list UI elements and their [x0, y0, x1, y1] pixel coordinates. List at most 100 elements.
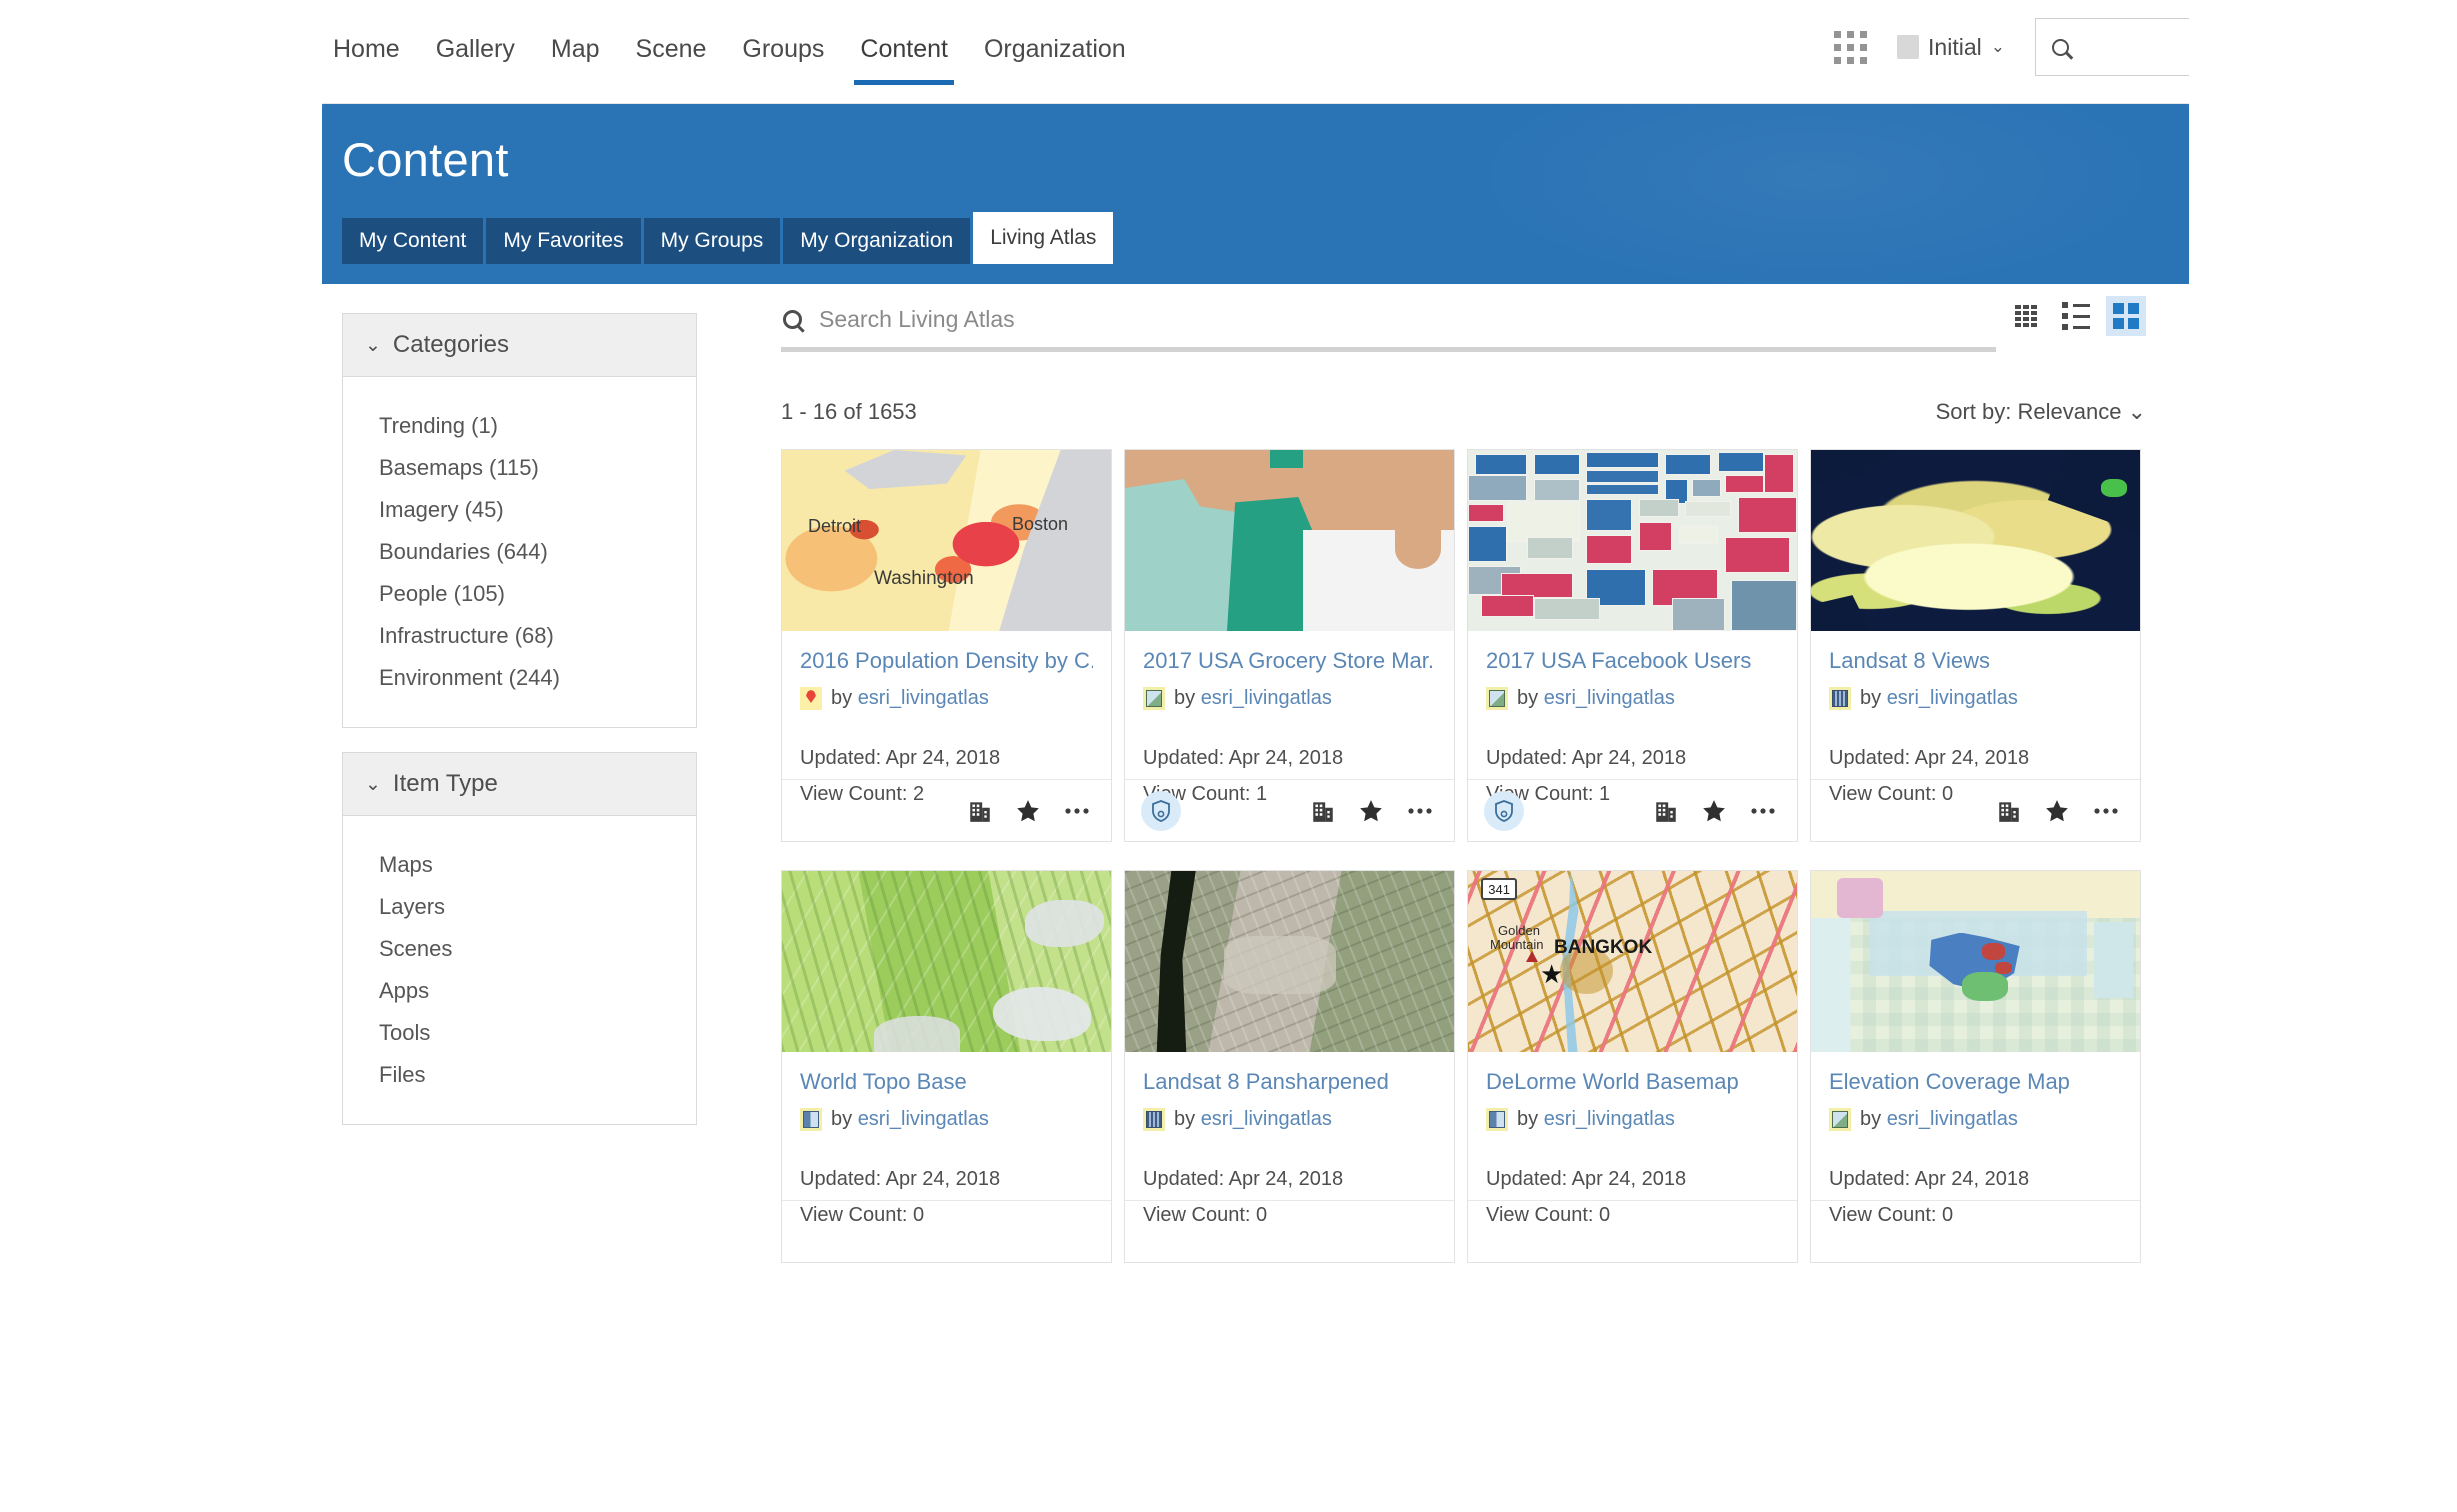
search-icon [783, 310, 802, 329]
item-card[interactable]: Detroit Boston Washington 2016 Population … [781, 449, 1112, 842]
result-count: 1 - 16 of 1653 [781, 399, 917, 424]
item-thumbnail[interactable] [782, 871, 1111, 1052]
nav-link-content[interactable]: Content [854, 32, 954, 85]
app-grid-icon[interactable] [1834, 30, 1868, 64]
tab-my-content[interactable]: My Content [342, 218, 484, 264]
item-card-footer [782, 1200, 1111, 1262]
authoritative-shield-icon[interactable] [1141, 791, 1181, 831]
item-card[interactable]: 341 Golden Mountain BANGKOK ★ DeLorme Wor… [1467, 870, 1798, 1263]
nav-link-map[interactable]: Map [545, 32, 606, 85]
sort-by-dropdown[interactable]: Sort by: Relevance ⌄ [1936, 399, 2146, 425]
facet-item[interactable]: Apps [379, 970, 696, 1012]
item-author-line: by esri_livingatlas [831, 687, 989, 709]
facet-item[interactable]: Maps [379, 844, 696, 886]
favorite-star-icon[interactable] [1015, 798, 1041, 824]
organization-icon[interactable] [967, 798, 993, 824]
tab-my-favorites[interactable]: My Favorites [486, 218, 641, 264]
nav-link-groups[interactable]: Groups [736, 32, 830, 85]
organization-icon [1313, 801, 1333, 822]
organization-icon[interactable] [1653, 798, 1679, 824]
facet-item[interactable]: Scenes [379, 928, 696, 970]
item-card-footer [1811, 779, 2140, 841]
item-card[interactable]: World Topo Base by esri_livingatlas Upda… [781, 870, 1112, 1263]
facet-header[interactable]: ⌄ Categories [343, 314, 696, 377]
facet-item[interactable]: Trending (1) [379, 405, 696, 447]
item-title[interactable]: 2017 USA Facebook Users [1486, 647, 1779, 675]
tab-living-atlas[interactable]: Living Atlas [973, 212, 1114, 264]
item-thumbnail[interactable] [1468, 450, 1797, 631]
item-thumbnail[interactable]: Detroit Boston Washington [782, 450, 1111, 631]
facet-item[interactable]: Basemaps (115) [379, 447, 696, 489]
authoritative-shield-icon [1495, 800, 1513, 822]
more-options-icon[interactable] [1749, 801, 1777, 821]
table-view-icon[interactable] [2006, 296, 2046, 336]
item-thumbnail[interactable] [1811, 450, 2140, 631]
item-card[interactable]: 2017 USA Facebook Users by esri_livingat… [1467, 449, 1798, 842]
thumb-label: Golden [1498, 923, 1540, 938]
facet-item[interactable]: Tools [379, 1012, 696, 1054]
item-title[interactable]: Landsat 8 Pansharpened [1143, 1068, 1436, 1096]
facet-item[interactable]: Imagery (45) [379, 489, 696, 531]
authoritative-shield-icon [1152, 800, 1170, 822]
more-options-icon [1408, 807, 1432, 814]
item-author-line: by esri_livingatlas [1860, 687, 2018, 709]
item-author-link[interactable]: esri_livingatlas [858, 687, 989, 709]
authoritative-shield-icon[interactable] [1484, 791, 1524, 831]
favorite-star-icon[interactable] [1358, 798, 1384, 824]
item-card[interactable]: Landsat 8 Views by esri_livingatlas Upda… [1810, 449, 2141, 842]
item-author-line: by esri_livingatlas [831, 1108, 989, 1130]
thumb-label: Boston [1012, 514, 1069, 534]
item-title[interactable]: Elevation Coverage Map [1829, 1068, 2122, 1096]
tile-item-icon [1486, 1108, 1508, 1131]
nav-link-organization[interactable]: Organization [978, 32, 1132, 85]
nav-link-home[interactable]: Home [327, 32, 406, 85]
facet-item[interactable]: Files [379, 1054, 696, 1096]
organization-icon[interactable] [1310, 798, 1336, 824]
item-author-link[interactable]: esri_livingatlas [1544, 687, 1675, 709]
user-menu[interactable]: Initial ⌄ [1897, 34, 2005, 61]
item-title[interactable]: 2016 Population Density by C... [800, 647, 1093, 675]
living-atlas-search-input[interactable]: Search Living Atlas [781, 306, 1996, 347]
more-options-icon[interactable] [2092, 801, 2120, 821]
item-author-link[interactable]: esri_livingatlas [858, 1108, 989, 1130]
item-card[interactable]: 2017 USA Grocery Store Mar... by esri_li… [1124, 449, 1455, 842]
item-card[interactable]: Elevation Coverage Map by esri_livingatl… [1810, 870, 2141, 1263]
grid-view-icon[interactable] [2106, 296, 2146, 336]
item-title[interactable]: 2017 USA Grocery Store Mar... [1143, 647, 1436, 675]
more-options-icon[interactable] [1063, 801, 1091, 821]
item-author-link[interactable]: esri_livingatlas [1201, 687, 1332, 709]
more-options-icon[interactable] [1406, 801, 1434, 821]
nav-link-scene[interactable]: Scene [630, 32, 713, 85]
item-card-footer [1468, 779, 1797, 841]
favorite-star-icon[interactable] [2044, 798, 2070, 824]
item-card-body: Elevation Coverage Map by esri_livingatl… [1811, 1052, 2140, 1226]
item-thumbnail[interactable] [1125, 871, 1454, 1052]
facet-item[interactable]: Layers [379, 886, 696, 928]
item-card[interactable]: Landsat 8 Pansharpened by esri_livingatl… [1124, 870, 1455, 1263]
item-title[interactable]: World Topo Base [800, 1068, 1093, 1096]
facet-header[interactable]: ⌄ Item Type [343, 753, 696, 816]
facet-item[interactable]: People (105) [379, 573, 696, 615]
item-title[interactable]: DeLorme World Basemap [1486, 1068, 1779, 1096]
facet-item[interactable]: Boundaries (644) [379, 531, 696, 573]
facet-item[interactable]: Environment (244) [379, 657, 696, 699]
tab-my-groups[interactable]: My Groups [643, 218, 781, 264]
item-author-link[interactable]: esri_livingatlas [1887, 1108, 2018, 1130]
item-author-link[interactable]: esri_livingatlas [1544, 1108, 1675, 1130]
item-byline: by esri_livingatlas [1143, 687, 1436, 710]
organization-icon[interactable] [1996, 798, 2022, 824]
item-author-link[interactable]: esri_livingatlas [1201, 1108, 1332, 1130]
facet-title: Item Type [392, 770, 498, 797]
item-thumbnail[interactable] [1125, 450, 1454, 631]
item-author-link[interactable]: esri_livingatlas [1887, 687, 2018, 709]
item-card-body: Landsat 8 Pansharpened by esri_livingatl… [1125, 1052, 1454, 1226]
list-view-icon[interactable] [2056, 296, 2096, 336]
chevron-down-icon: ⌄ [2127, 399, 2146, 424]
item-thumbnail[interactable]: 341 Golden Mountain BANGKOK ★ [1468, 871, 1797, 1052]
item-title[interactable]: Landsat 8 Views [1829, 647, 2122, 675]
nav-link-gallery[interactable]: Gallery [430, 32, 521, 85]
tab-my-organization[interactable]: My Organization [783, 218, 971, 264]
facet-item[interactable]: Infrastructure (68) [379, 615, 696, 657]
favorite-star-icon[interactable] [1701, 798, 1727, 824]
item-thumbnail[interactable] [1811, 871, 2140, 1052]
